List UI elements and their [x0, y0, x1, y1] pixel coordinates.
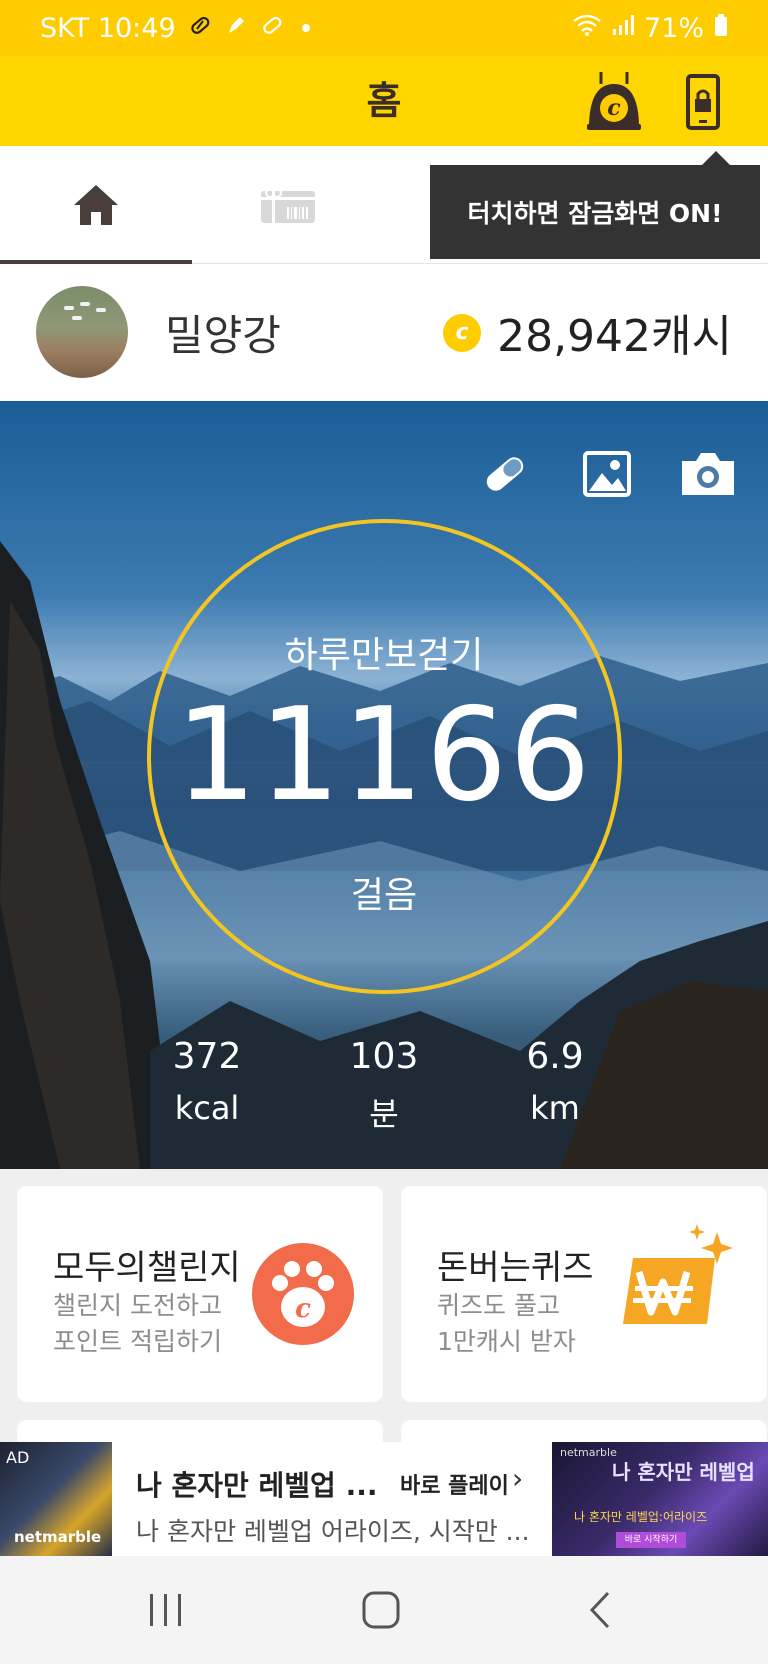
- home-icon: [74, 185, 118, 225]
- pill-icon[interactable]: [480, 449, 530, 499]
- system-nav-bar: [0, 1556, 768, 1664]
- ad-cta[interactable]: 바로 플레이: [400, 1468, 509, 1500]
- ad-banner[interactable]: AD netmarble 나 혼자만 레벨업 ... 바로 플레이 › 나 혼자…: [0, 1442, 768, 1556]
- ad-tag: AD: [6, 1448, 30, 1467]
- challenge-label: 하루만보걷기: [284, 635, 484, 676]
- stat-value: 6.9: [526, 1036, 584, 1077]
- card-desc-line: 퀴즈도 풀고: [437, 1291, 560, 1320]
- lock-screen-icon: [686, 74, 720, 130]
- stat-unit: 분: [369, 1095, 399, 1133]
- stat-calories: 372 kcal: [127, 1036, 287, 1127]
- card-desc-line: 챌린지 도전하고: [53, 1291, 222, 1320]
- chevron-right-icon[interactable]: ›: [512, 1462, 523, 1495]
- tab-home[interactable]: [0, 146, 192, 265]
- challenge-card[interactable]: 모두의챌린지 챌린지 도전하고 포인트 적립하기 c: [17, 1186, 383, 1402]
- signal-icon: [612, 13, 634, 44]
- stat-unit: kcal: [174, 1089, 240, 1127]
- stat-value: 103: [349, 1036, 419, 1077]
- cash-icon: c: [443, 314, 481, 352]
- ad-banner-brand: netmarble: [560, 1446, 617, 1459]
- avatar[interactable]: [36, 286, 128, 378]
- card-title: 돈버는퀴즈: [437, 1248, 594, 1288]
- camera-icon[interactable]: [678, 449, 738, 499]
- status-bar: SKT 10:49 71%: [0, 0, 768, 56]
- stat-distance: 6.9 km: [475, 1036, 635, 1127]
- card-desc-line: 포인트 적립하기: [53, 1327, 222, 1356]
- app-bar: 홈 c: [0, 56, 768, 146]
- gift-icon: [261, 188, 315, 223]
- dot-icon: [301, 24, 310, 32]
- svg-text:c: c: [295, 1294, 311, 1324]
- wifi-icon: [572, 13, 602, 44]
- ad-banner-title: 나 혼자만 레벨업: [612, 1460, 755, 1484]
- step-counter-hero: 하루만보걷기 11166 걸음 372 kcal 103 분 6.9 km: [0, 401, 768, 1169]
- cash-coin-button[interactable]: c: [585, 70, 643, 132]
- stat-value: 372: [172, 1036, 242, 1077]
- home-button[interactable]: [301, 1556, 461, 1664]
- card-desc: 퀴즈도 풀고 1만캐시 받자: [437, 1288, 576, 1360]
- battery-icon: [714, 13, 728, 44]
- ad-banner-subtitle: 나 혼자만 레벨업:어라이즈: [574, 1510, 708, 1524]
- lock-screen-tooltip[interactable]: 터치하면 잠금화면 ON!: [430, 151, 760, 259]
- card-title: 모두의챌린지: [53, 1248, 241, 1288]
- card-desc-line: 1만캐시 받자: [437, 1327, 576, 1356]
- recent-apps-icon: [150, 1594, 181, 1626]
- card-desc: 챌린지 도전하고 포인트 적립하기: [53, 1288, 222, 1360]
- quiz-card[interactable]: 돈버는퀴즈 퀴즈도 풀고 1만캐시 받자: [401, 1186, 767, 1402]
- cash-coin-icon: c: [587, 72, 641, 130]
- image-icon[interactable]: [582, 449, 632, 499]
- won-sparkle-icon: [623, 1224, 733, 1324]
- recent-apps-button[interactable]: [86, 1556, 246, 1664]
- stat-unit: km: [530, 1089, 580, 1127]
- cash-balance[interactable]: 28,942캐시: [497, 300, 732, 364]
- back-button[interactable]: [520, 1556, 680, 1664]
- tab-gift[interactable]: [192, 146, 384, 264]
- pill-icon: [188, 13, 212, 43]
- ad-thumbnail[interactable]: AD netmarble: [0, 1442, 112, 1556]
- ad-banner-button[interactable]: 바로 시작하기: [616, 1532, 686, 1548]
- home-icon: [362, 1591, 400, 1629]
- profile-row: 밀양강 c 28,942캐시: [0, 264, 768, 401]
- carrier-time: SKT 10:49: [40, 12, 176, 44]
- step-count: 11166: [175, 681, 593, 830]
- lock-screen-button[interactable]: [686, 74, 720, 130]
- page-title: 홈: [366, 79, 402, 123]
- step-unit: 걸음: [350, 875, 418, 916]
- ad-image[interactable]: netmarble 나 혼자만 레벨업 나 혼자만 레벨업:어라이즈 바로 시작…: [552, 1442, 768, 1556]
- pill-icon: [260, 13, 284, 43]
- ad-title: 나 혼자만 레벨업 ...: [136, 1469, 378, 1502]
- battery-level: 71%: [643, 12, 704, 44]
- profile-name: 밀양강: [165, 311, 281, 360]
- stat-minutes: 103 분: [304, 1036, 464, 1135]
- ad-brand: netmarble: [14, 1528, 102, 1546]
- svg-text:c: c: [607, 95, 621, 121]
- ad-desc: 나 혼자만 레벨업 어라이즈, 시작만 ...: [136, 1517, 530, 1546]
- paw-coin-icon: c: [252, 1243, 354, 1345]
- back-icon: [589, 1591, 610, 1629]
- pen-icon: [224, 13, 248, 43]
